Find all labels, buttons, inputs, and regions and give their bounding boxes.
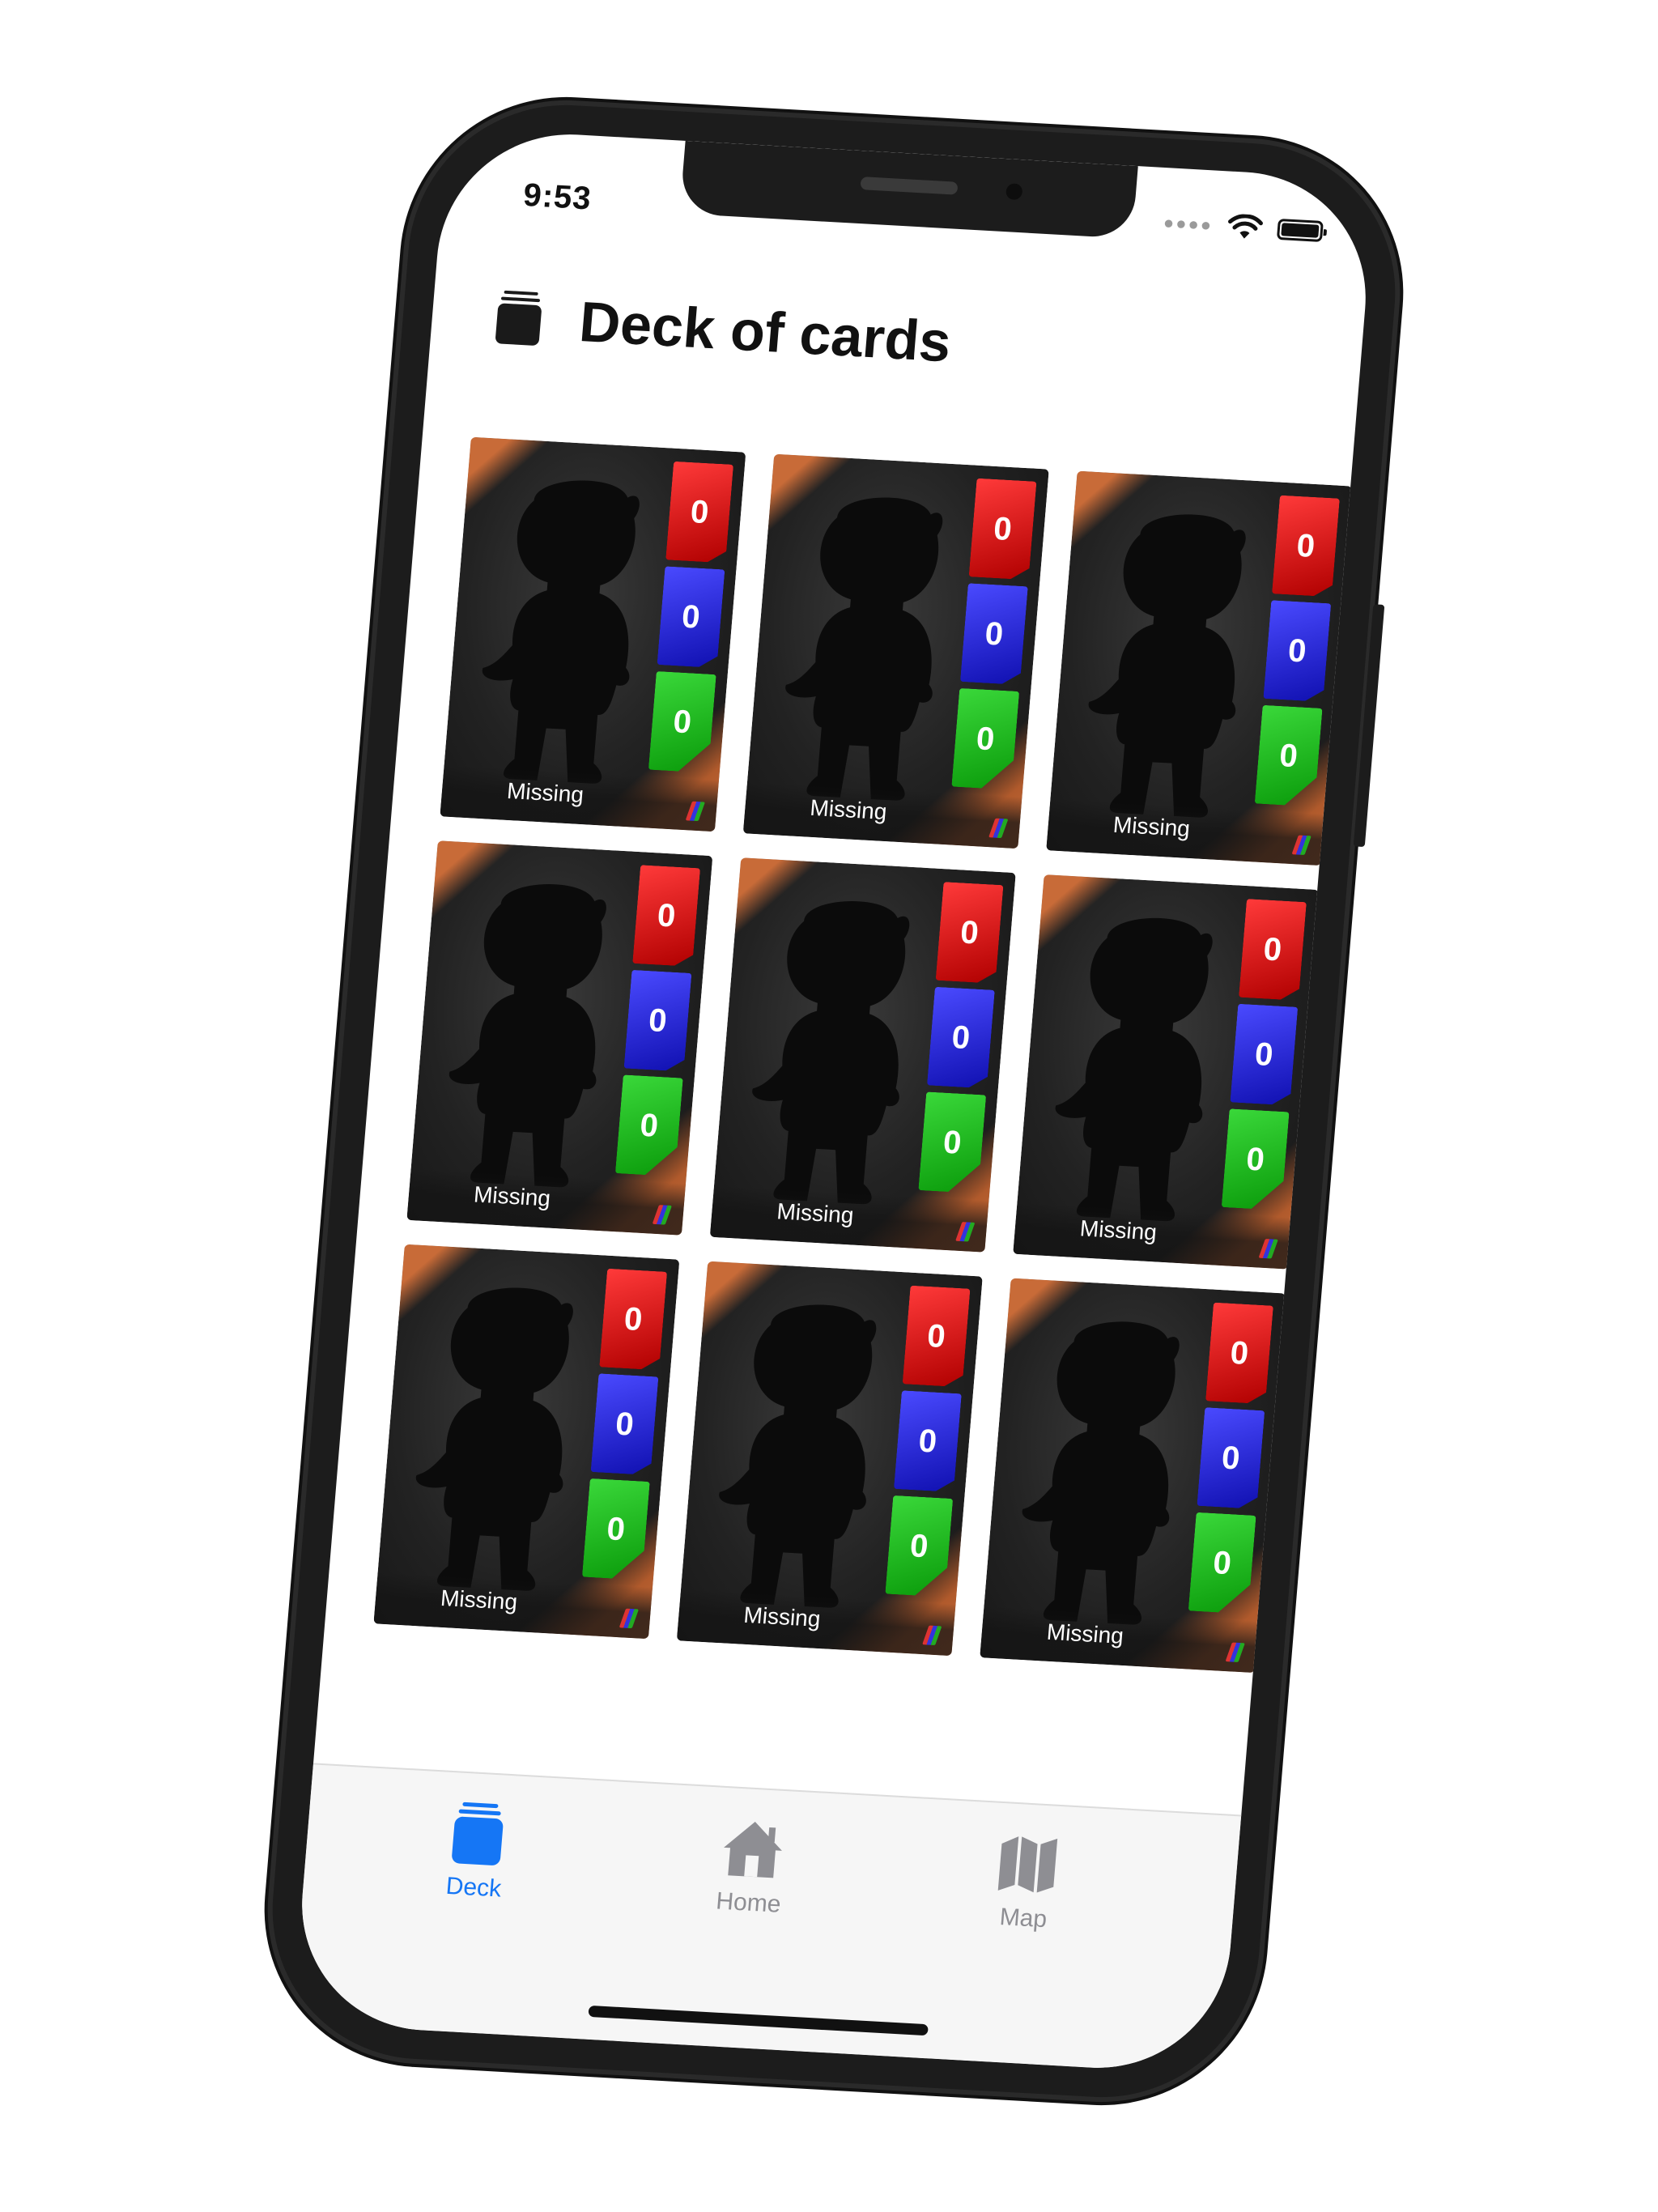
character-card[interactable]: 0 0 0 Missing: [1013, 874, 1320, 1270]
home-indicator: [588, 2005, 929, 2036]
character-silhouette-icon: [449, 884, 606, 1188]
tab-deck[interactable]: Deck: [368, 1797, 586, 1908]
device-frame: 9:53 ●●●● Deck of cards 0 0 0 Missing 0 0 0 Mis…: [0, 0, 1658, 2212]
stat-green: 0: [582, 1478, 650, 1580]
stat-blue: 0: [1263, 600, 1331, 702]
stat-green: 0: [1222, 1108, 1290, 1210]
card-label: Missing: [1112, 811, 1192, 841]
character-silhouette-icon: [415, 1287, 573, 1591]
stat-green: 0: [1188, 1512, 1256, 1614]
character-card[interactable]: 0 0 0 Missing: [373, 1244, 680, 1640]
card-label: Missing: [1078, 1215, 1158, 1245]
character-card[interactable]: 0 0 0 Missing: [980, 1278, 1286, 1674]
map-icon: [997, 1836, 1058, 1893]
status-time: 9:53: [521, 177, 593, 217]
stat-red: 0: [599, 1269, 667, 1371]
stat-green: 0: [885, 1495, 953, 1597]
character-silhouette-icon: [719, 1304, 877, 1608]
stat-blue: 0: [1197, 1407, 1265, 1509]
tab-map[interactable]: Map: [917, 1828, 1136, 1938]
character-card[interactable]: 0 0 0 Missing: [676, 1261, 983, 1657]
status-icons: ●●●●: [1163, 210, 1324, 245]
house-icon: [724, 1821, 782, 1878]
stat-blue: 0: [657, 566, 725, 668]
card-label: Missing: [505, 777, 585, 808]
character-silhouette-icon: [1088, 514, 1246, 818]
tab-bar: Deck Home Map: [291, 1763, 1242, 2075]
stat-green: 0: [648, 671, 716, 773]
card-label: Missing: [472, 1181, 552, 1211]
screen: 9:53 ●●●● Deck of cards 0 0 0 Missing 0 0 0 Mis…: [291, 127, 1376, 2075]
character-silhouette-icon: [1022, 1321, 1180, 1625]
stat-blue: 0: [591, 1373, 659, 1475]
stat-red: 0: [903, 1286, 971, 1388]
stat-blue: 0: [894, 1390, 962, 1492]
tab-deck-label: Deck: [444, 1872, 503, 1903]
camera-icon: [1005, 183, 1023, 201]
stat-red: 0: [936, 882, 1004, 984]
stat-red: 0: [1272, 496, 1340, 598]
character-card[interactable]: 0 0 0 Missing: [440, 436, 746, 832]
stat-green: 0: [615, 1074, 683, 1176]
character-silhouette-icon: [752, 900, 910, 1205]
page-title: Deck of cards: [576, 290, 954, 374]
signal-dots-icon: ●●●●: [1163, 212, 1214, 236]
stat-blue: 0: [624, 970, 692, 1072]
card-label: Missing: [809, 794, 888, 825]
card-stack-icon: [495, 290, 542, 347]
stat-green: 0: [918, 1091, 986, 1193]
tab-map-label: Map: [998, 1904, 1048, 1933]
stat-blue: 0: [960, 583, 1028, 685]
character-card[interactable]: 0 0 0 Missing: [406, 840, 713, 1236]
stat-blue: 0: [1230, 1004, 1298, 1106]
card-label: Missing: [776, 1198, 855, 1228]
page-header: Deck of cards: [495, 284, 954, 374]
stat-red: 0: [969, 479, 1037, 581]
stat-green: 0: [951, 688, 1019, 790]
wifi-icon: [1228, 214, 1263, 239]
stat-red: 0: [1239, 899, 1307, 1001]
character-card[interactable]: 0 0 0 Missing: [709, 857, 1016, 1253]
stat-red: 0: [632, 865, 700, 967]
stat-red: 0: [1205, 1303, 1273, 1405]
character-silhouette-icon: [482, 480, 640, 784]
character-card[interactable]: 0 0 0 Missing: [742, 453, 1049, 849]
card-grid: 0 0 0 Missing 0 0 0 Missing 0 0 0 Missing 0 0 0 Missing…: [373, 436, 1353, 1674]
phone: 9:53 ●●●● Deck of cards 0 0 0 Missing 0 0 0 Mis…: [260, 96, 1408, 2106]
speaker: [860, 177, 959, 195]
character-silhouette-icon: [1055, 917, 1213, 1222]
tab-home-label: Home: [715, 1887, 782, 1918]
stat-red: 0: [665, 462, 733, 564]
stat-green: 0: [1255, 705, 1323, 807]
character-card[interactable]: 0 0 0 Missing: [1046, 470, 1353, 866]
card-label: Missing: [1045, 1619, 1125, 1648]
stat-blue: 0: [927, 987, 995, 1089]
card-label: Missing: [439, 1585, 519, 1615]
character-silhouette-icon: [785, 497, 943, 801]
card-label: Missing: [742, 1602, 822, 1632]
tab-home[interactable]: Home: [642, 1813, 861, 1923]
battery-icon: [1276, 218, 1324, 242]
card-stack-icon: [451, 1802, 504, 1866]
